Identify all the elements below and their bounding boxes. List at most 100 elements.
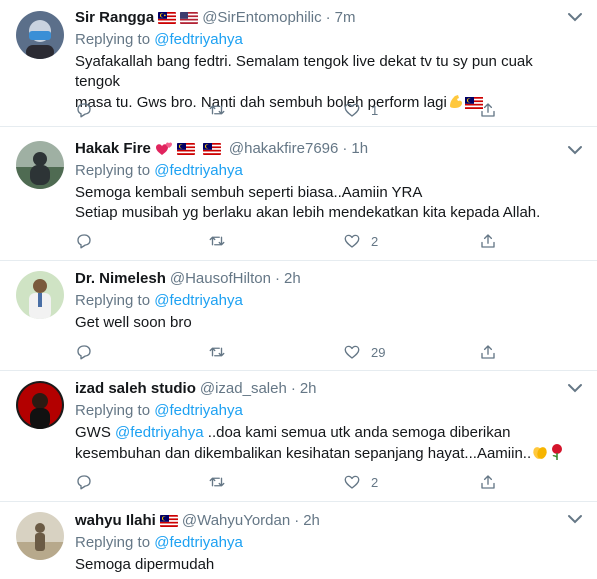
display-name[interactable]: Sir Rangga <box>75 8 154 28</box>
share-button[interactable] <box>479 473 497 491</box>
retweet-icon <box>209 105 225 115</box>
mention-link[interactable]: @fedtriyahya <box>154 534 243 551</box>
chevron-down-icon[interactable] <box>567 514 583 524</box>
share-icon <box>481 103 495 117</box>
timestamp[interactable]: 1h <box>351 139 368 159</box>
share-icon <box>481 234 495 248</box>
share-button[interactable] <box>479 232 497 250</box>
retweet-icon <box>209 477 225 487</box>
tweet-text-line: Semoga kembali sembuh seperti biasa..Aam… <box>75 184 423 201</box>
reply-button[interactable] <box>75 473 93 491</box>
tweet-text: Get well soon bro <box>75 313 577 333</box>
tweet-text: Semoga kembali sembuh seperti biasa..Aam… <box>75 183 577 223</box>
separator-dot: · <box>294 512 300 529</box>
timestamp[interactable]: 2h <box>300 379 317 399</box>
mention-link[interactable]: @fedtriyahya <box>115 424 204 441</box>
share-icon <box>481 475 495 489</box>
like-count: 29 <box>371 344 386 360</box>
reply-icon <box>77 103 91 118</box>
like-button[interactable]: 1 <box>343 101 378 119</box>
tweet[interactable]: wahyu Ilahi @WahyuYordan · 2h Replying t… <box>0 502 597 579</box>
retweet-button[interactable] <box>208 473 226 491</box>
mention-link[interactable]: @fedtriyahya <box>154 162 243 179</box>
avatar[interactable] <box>16 271 64 319</box>
display-name[interactable]: wahyu Ilahi <box>75 511 156 531</box>
replying-label: Replying to <box>75 162 151 179</box>
tweet[interactable]: Sir Rangga @SirEntomophilic · 7m Replyin… <box>0 0 597 127</box>
tweet-actions: 2 <box>75 232 515 252</box>
tweet-text-line: Setiap musibah yg berlaku akan lebih men… <box>75 204 541 221</box>
mention-link[interactable]: @fedtriyahya <box>154 402 243 419</box>
reply-icon <box>77 345 91 360</box>
malaysia-flag-icon <box>158 12 177 24</box>
replying-to: Replying to @fedtriyahya <box>75 30 577 50</box>
tweet[interactable]: Dr. Nimelesh @HausofHilton · 2h Replying… <box>0 261 597 371</box>
heart-icon <box>344 234 360 248</box>
tweet-text: Semoga dipermudah <box>75 555 577 575</box>
like-button[interactable]: 29 <box>343 343 385 361</box>
clapping-hands-icon <box>531 443 549 467</box>
tweet[interactable]: Hakak Fire @hakakfire7696 · 1h Replying … <box>0 127 597 261</box>
like-count: 2 <box>371 474 379 490</box>
replying-label: Replying to <box>75 402 151 419</box>
share-button[interactable] <box>479 343 497 361</box>
replying-label: Replying to <box>75 292 151 309</box>
display-name[interactable]: izad saleh studio <box>75 379 196 399</box>
rose-icon <box>549 443 565 467</box>
timestamp[interactable]: 2h <box>284 269 301 289</box>
chevron-down-icon[interactable] <box>567 145 583 155</box>
user-handle[interactable]: @hakakfire7696 <box>229 139 338 159</box>
tweet-text-line: Semoga dipermudah <box>75 556 215 573</box>
chevron-down-icon[interactable] <box>567 12 583 22</box>
tweet[interactable]: izad saleh studio @izad_saleh · 2h Reply… <box>0 371 597 502</box>
replying-label: Replying to <box>75 534 151 551</box>
retweet-icon <box>209 347 225 357</box>
user-handle[interactable]: @HausofHilton <box>170 269 271 289</box>
user-handle[interactable]: @WahyuYordan <box>182 511 290 531</box>
mention-link[interactable]: @fedtriyahya <box>154 31 243 48</box>
tweet-text-line: Get well soon bro <box>75 314 192 331</box>
mention-link[interactable]: @fedtriyahya <box>154 292 243 309</box>
reply-button[interactable] <box>75 101 93 119</box>
timestamp[interactable]: 7m <box>335 8 356 28</box>
tweet-text-line: Syafakallah bang fedtri. Semalam tengok … <box>75 53 533 90</box>
retweet-icon <box>209 236 225 246</box>
chevron-down-icon[interactable] <box>567 383 583 393</box>
retweet-button[interactable] <box>208 101 226 119</box>
replying-to: Replying to @fedtriyahya <box>75 533 577 553</box>
display-name[interactable]: Hakak Fire <box>75 139 151 159</box>
reply-button[interactable] <box>75 232 93 250</box>
malaysia-flag-icon <box>176 143 195 155</box>
tweet-text-prefix: GWS <box>75 424 115 441</box>
tweet-text-line: ..doa kami semua utk anda semoga diberik… <box>203 424 511 441</box>
replying-to: Replying to @fedtriyahya <box>75 401 577 421</box>
avatar[interactable] <box>16 141 64 189</box>
share-button[interactable] <box>479 101 497 119</box>
separator-dot: · <box>290 380 296 397</box>
tweet-actions: 2 <box>75 473 515 493</box>
timestamp[interactable]: 2h <box>303 511 320 531</box>
two-hearts-icon <box>155 141 173 157</box>
avatar[interactable] <box>16 381 64 429</box>
reply-icon <box>77 475 91 490</box>
like-button[interactable]: 2 <box>343 473 378 491</box>
like-button[interactable]: 2 <box>343 232 378 250</box>
heart-icon <box>344 103 360 117</box>
share-icon <box>481 345 495 359</box>
display-name[interactable]: Dr. Nimelesh <box>75 269 166 289</box>
tweet-actions: 1 <box>75 101 515 121</box>
user-handle[interactable]: @SirEntomophilic <box>202 8 321 28</box>
retweet-button[interactable] <box>208 232 226 250</box>
user-handle[interactable]: @izad_saleh <box>200 379 287 399</box>
tweet-actions: 29 <box>75 343 515 363</box>
avatar[interactable] <box>16 11 64 59</box>
reply-button[interactable] <box>75 343 93 361</box>
replies-feed: Sir Rangga @SirEntomophilic · 7m Replyin… <box>0 0 597 579</box>
separator-dot: · <box>342 140 348 157</box>
retweet-button[interactable] <box>208 343 226 361</box>
usa-flag-icon <box>180 12 199 24</box>
separator-dot: · <box>274 270 280 287</box>
avatar[interactable] <box>16 512 64 560</box>
heart-icon <box>344 475 360 489</box>
malaysia-flag-icon <box>202 143 221 155</box>
